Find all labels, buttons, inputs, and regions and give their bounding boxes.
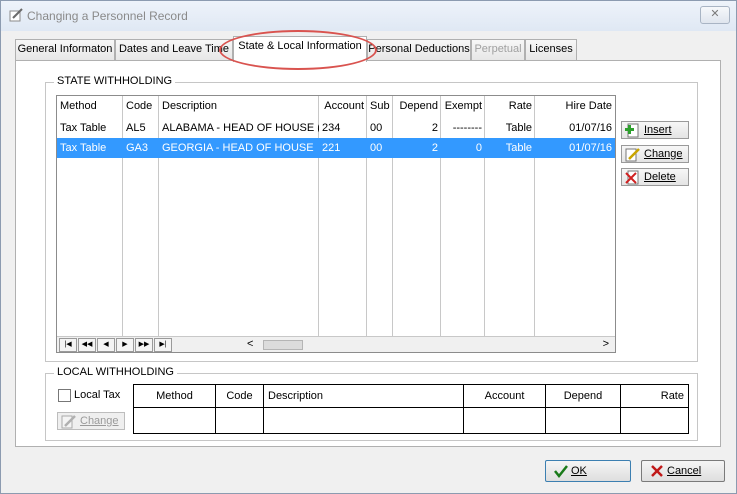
local-change-label: Change: [80, 415, 119, 427]
column-header-exempt[interactable]: Exempt: [441, 96, 485, 116]
change-button[interactable]: Change: [621, 145, 689, 163]
cell-depend: 2: [431, 122, 438, 134]
scroll-left-arrow[interactable]: <: [247, 338, 253, 350]
column-header-code[interactable]: Code: [123, 96, 155, 116]
change-icon: [625, 148, 640, 162]
ok-label: OK: [571, 465, 587, 477]
cell-rate: Table: [505, 122, 532, 134]
tab-personal-deductions[interactable]: Personal Deductions: [367, 39, 471, 61]
table-cell: [546, 408, 621, 433]
scroll-right-arrow[interactable]: >: [603, 338, 609, 350]
edit-record-icon: [9, 8, 23, 22]
cell-exempt: 0: [475, 142, 482, 154]
insert-label: Insert: [644, 124, 672, 136]
column-header-rate[interactable]: Rate: [485, 96, 535, 116]
window-title: Changing a Personnel Record: [27, 9, 188, 23]
scroll-thumb[interactable]: [263, 340, 303, 350]
change-icon: [61, 415, 76, 429]
cell-sub: 00: [370, 122, 383, 134]
local-withholding-table[interactable]: Method Code Description Account Depend R…: [133, 384, 689, 434]
cancel-label: Cancel: [667, 465, 702, 477]
nav-prev-page-button[interactable]: ◀◀: [78, 338, 96, 352]
column-header-code[interactable]: Code: [216, 385, 264, 408]
table-row[interactable]: Tax Table AL5 ALABAMA - HEAD OF HOUSE (I…: [57, 118, 615, 138]
insert-icon: [625, 123, 639, 138]
cell-account: 234: [322, 122, 341, 134]
state-withholding-label: STATE WITHHOLDING: [54, 75, 176, 87]
column-header-depend[interactable]: Depend: [546, 385, 621, 408]
cell-method: Tax Table: [60, 142, 107, 154]
tab-licenses[interactable]: Licenses: [525, 39, 577, 61]
cell-sub: 00: [370, 142, 383, 154]
cell-hire-date: 01/07/16: [569, 122, 612, 134]
cell-depend: 2: [431, 142, 438, 154]
column-header-method[interactable]: Method: [134, 385, 216, 408]
ok-button[interactable]: OK: [545, 460, 631, 482]
close-icon: [651, 465, 663, 477]
local-table-empty-row[interactable]: [134, 408, 688, 433]
grid-footer: |◀ ◀◀ ◀ ▶ ▶▶ ▶| < >: [57, 336, 615, 352]
column-header-method[interactable]: Method: [57, 96, 100, 116]
highlight-annotation: [219, 30, 377, 70]
local-change-button: Change: [57, 412, 125, 430]
close-button[interactable]: ✕: [700, 6, 730, 24]
column-header-description[interactable]: Description: [159, 96, 220, 116]
delete-label: Delete: [644, 171, 676, 183]
title-bar: Changing a Personnel Record ✕: [1, 1, 736, 31]
column-header-rate[interactable]: Rate: [621, 385, 688, 408]
nav-next-button[interactable]: ▶: [116, 338, 134, 352]
column-header-hire-date[interactable]: Hire Date: [535, 96, 615, 116]
dialog-window: Changing a Personnel Record ✕ General In…: [0, 0, 737, 494]
nav-first-button[interactable]: |◀: [59, 338, 77, 352]
table-cell: [134, 408, 216, 433]
column-header-depend[interactable]: Depend: [393, 96, 441, 116]
cell-code: GA3: [126, 142, 149, 154]
column-header-account[interactable]: Account: [319, 96, 367, 116]
horizontal-scrollbar[interactable]: < >: [243, 338, 613, 352]
tab-dates-leave-time[interactable]: Dates and Leave Time: [115, 39, 233, 61]
local-tax-checkbox[interactable]: [58, 389, 71, 402]
cell-code: AL5: [126, 122, 146, 134]
nav-last-button[interactable]: ▶|: [154, 338, 172, 352]
column-header-account[interactable]: Account: [464, 385, 546, 408]
column-header-sub[interactable]: Sub: [367, 96, 393, 116]
table-row-selected[interactable]: Tax Table GA3 GEORGIA - HEAD OF HOUSE 22…: [57, 138, 615, 158]
cell-rate: Table: [505, 142, 532, 154]
nav-next-page-button[interactable]: ▶▶: [135, 338, 153, 352]
cell-exempt: --------: [452, 122, 482, 134]
local-withholding-label: LOCAL WITHHOLDING: [54, 366, 177, 378]
cell-method: Tax Table: [60, 122, 107, 134]
tab-perpetual: Perpetual: [471, 39, 525, 61]
state-withholding-grid[interactable]: Method Code Description Account Sub Depe…: [56, 95, 616, 353]
local-tax-label: Local Tax: [74, 389, 121, 401]
cell-account: 221: [322, 142, 341, 154]
table-cell: [464, 408, 546, 433]
local-table-header: Method Code Description Account Depend R…: [134, 385, 688, 408]
change-label: Change: [644, 148, 683, 160]
cell-description: GEORGIA - HEAD OF HOUSE: [162, 142, 314, 154]
nav-prev-button[interactable]: ◀: [97, 338, 115, 352]
cell-hire-date: 01/07/16: [569, 142, 612, 154]
column-header-description[interactable]: Description: [264, 385, 464, 408]
checkmark-icon: [554, 465, 568, 478]
tab-general-information[interactable]: General Informaton: [15, 39, 115, 61]
cell-description: ALABAMA - HEAD OF HOUSE (I: [162, 122, 319, 134]
delete-icon: [625, 170, 639, 185]
insert-button[interactable]: Insert: [621, 121, 689, 139]
table-cell: [216, 408, 264, 433]
delete-button[interactable]: Delete: [621, 168, 689, 186]
cancel-button[interactable]: Cancel: [641, 460, 725, 482]
table-cell: [264, 408, 464, 433]
